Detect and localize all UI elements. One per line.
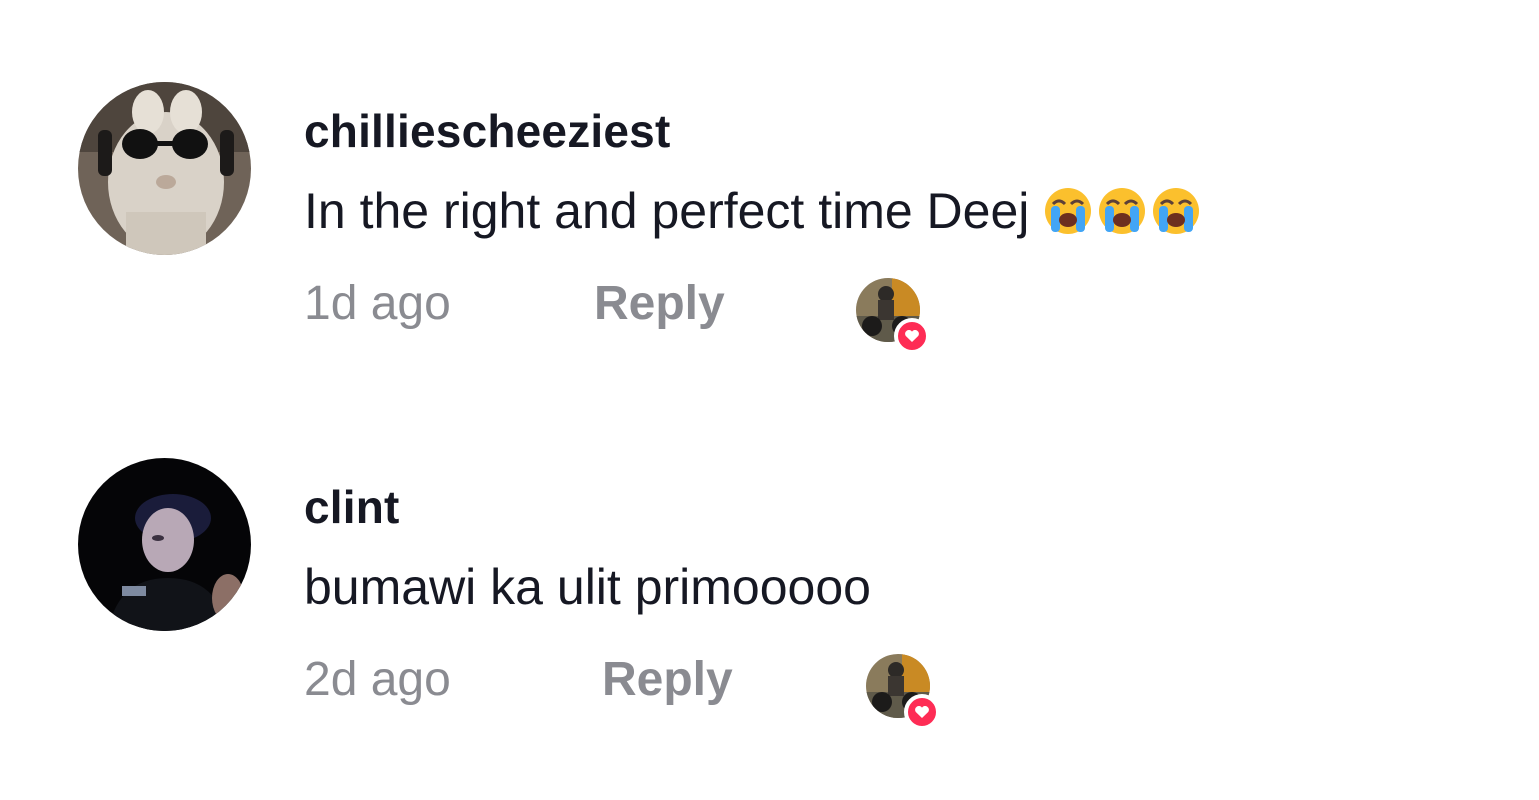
- heart-icon: [905, 330, 919, 342]
- emoji-group: [1043, 186, 1201, 236]
- timestamp: 1d ago: [304, 277, 451, 330]
- comment-text: In the right and perfect time Deej: [304, 182, 1201, 240]
- reply-button[interactable]: Reply: [594, 276, 725, 331]
- comment-item: chilliescheeziest In the right and perfe…: [0, 82, 1539, 382]
- username[interactable]: clint: [304, 480, 400, 534]
- loudly-crying-face-emoji: [1099, 188, 1146, 234]
- comment-item: clint bumawi ka ulit primooooo 2d ago Re…: [0, 458, 1539, 758]
- comment-meta: 2d ago Reply: [304, 652, 1204, 730]
- timestamp: 2d ago: [304, 653, 451, 706]
- comment-meta: 1d ago Reply: [304, 276, 1204, 354]
- comment-text-body: bumawi ka ulit primooooo: [304, 559, 871, 615]
- comment-text-body: In the right and perfect time Deej: [304, 183, 1030, 239]
- reply-button[interactable]: Reply: [602, 652, 733, 707]
- creator-liked-indicator[interactable]: [852, 278, 942, 358]
- loudly-crying-face-emoji: [1045, 188, 1092, 234]
- username[interactable]: chilliescheeziest: [304, 104, 670, 158]
- creator-liked-indicator[interactable]: [862, 654, 952, 734]
- heart-icon: [915, 706, 929, 718]
- avatar[interactable]: [78, 458, 251, 631]
- heart-badge: [904, 694, 940, 730]
- comment-text: bumawi ka ulit primooooo: [304, 558, 871, 616]
- heart-badge: [894, 318, 930, 354]
- avatar[interactable]: [78, 82, 251, 255]
- loudly-crying-face-emoji: [1153, 188, 1200, 234]
